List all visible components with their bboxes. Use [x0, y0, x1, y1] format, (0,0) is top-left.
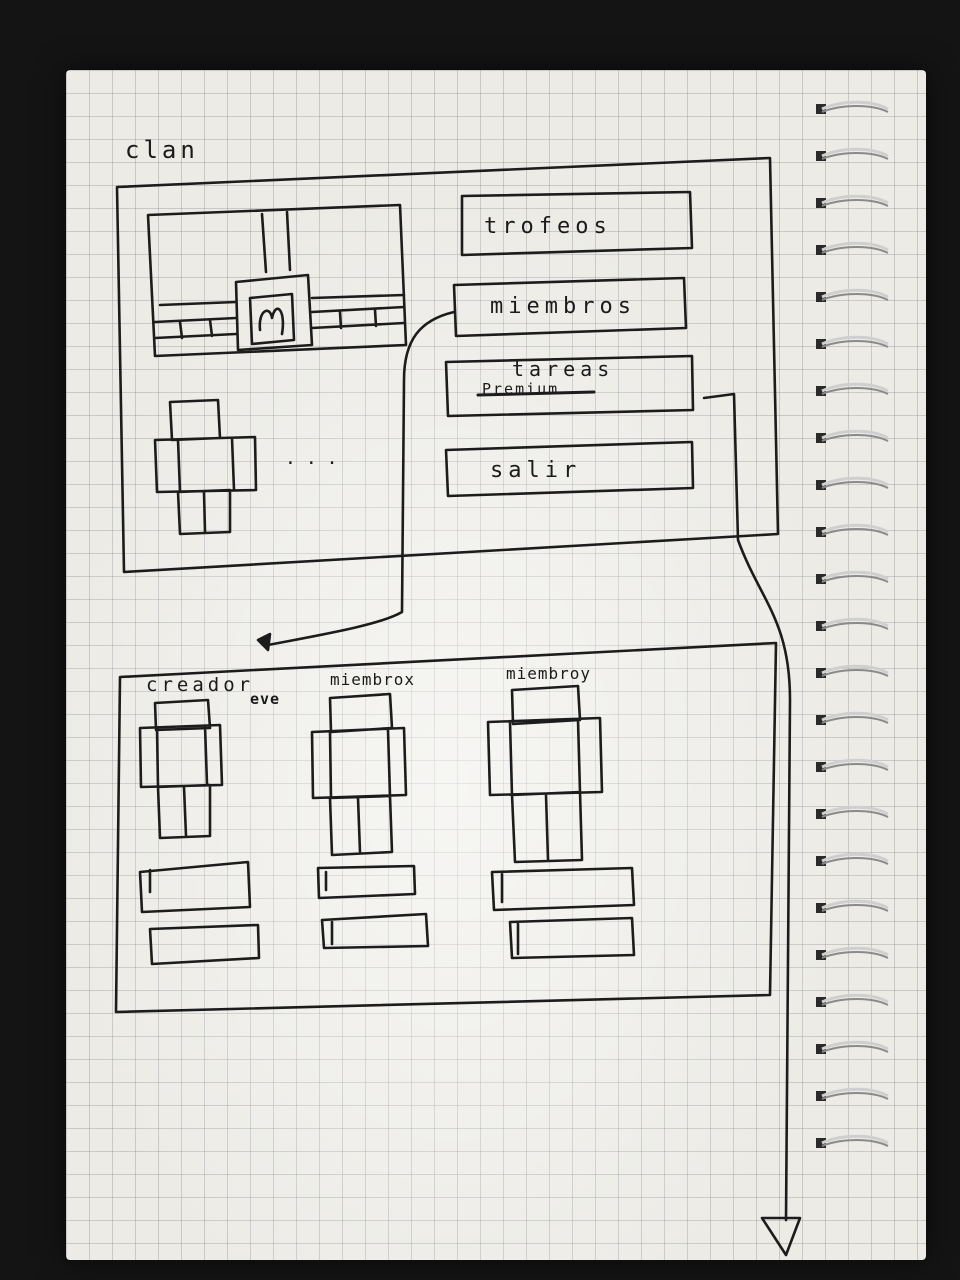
salir-button[interactable]: salir	[490, 458, 581, 483]
miembroy-box-2	[508, 916, 636, 960]
miembrox-box-2	[320, 912, 430, 950]
wireframe-sketch	[114, 156, 802, 1257]
creador-box-2	[148, 923, 261, 966]
premium-crossed-label: Premium	[482, 380, 560, 398]
avatar-miembrox	[310, 692, 408, 857]
avatar-top	[153, 398, 258, 536]
label-creador-note: eve	[250, 690, 281, 708]
ellipsis: ...	[285, 448, 348, 469]
avatar-creador	[138, 698, 224, 840]
members-panel	[114, 641, 778, 1014]
scene-chimney	[260, 210, 292, 274]
trofeos-button[interactable]: trofeos	[484, 214, 612, 239]
creador-box-1	[138, 860, 252, 914]
clan-panel	[115, 156, 780, 574]
arrow-tareas-head	[760, 1216, 802, 1257]
label-miembrox: miembrox	[330, 670, 416, 689]
clan-title: clan	[125, 136, 199, 164]
miembroy-box-1	[490, 866, 636, 912]
label-creador: creador	[146, 674, 255, 696]
arrow-miembros-head	[256, 632, 272, 652]
miembrox-box-1	[316, 864, 417, 900]
arrow-miembros	[266, 310, 456, 647]
label-miembroy: miembroy	[506, 664, 592, 683]
tareas-button[interactable]: tareas	[512, 357, 614, 381]
avatar-miembroy	[486, 684, 604, 864]
scene-bricks	[153, 293, 406, 340]
scene-image	[146, 203, 408, 358]
scene-fire	[258, 307, 285, 336]
miembros-button[interactable]: miembros	[490, 294, 636, 319]
